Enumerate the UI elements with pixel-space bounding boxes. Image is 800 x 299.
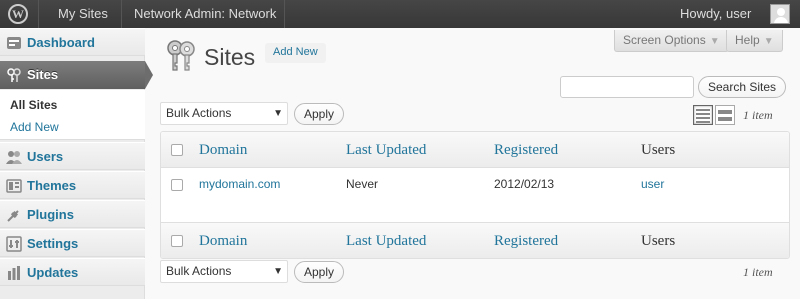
network-admin-link[interactable]: Network Admin: Network [134,0,276,28]
chevron-down-icon: ▼ [273,108,283,119]
sidebar-item-label: Settings [27,236,79,251]
sidebar-item-label: Updates [27,265,79,280]
sidebar-item-label: Themes [27,178,77,193]
sidebar-item-plugins[interactable]: Plugins [0,200,145,228]
excerpt-view-icon[interactable] [715,105,735,125]
divider [38,0,39,28]
column-domain[interactable]: Domain [199,233,247,250]
item-count-bottom: 1 item [743,265,773,279]
themes-icon [6,179,22,193]
screen-options-label: Screen Options [623,33,706,47]
item-count: 1 item [743,108,773,122]
column-registered[interactable]: Registered [494,233,558,250]
bulk-actions-select-bottom[interactable]: Bulk Actions ▼ [160,260,288,283]
sites-icon [7,68,21,82]
sidebar-item-sites[interactable]: Sites [0,61,145,89]
chevron-down-icon: ▼ [709,36,720,47]
registered-value: 2012/02/13 [494,177,555,191]
column-last-updated[interactable]: Last Updated [346,142,426,159]
sites-submenu: All Sites Add New [0,90,145,140]
add-new-button[interactable]: Add New [265,43,326,63]
table-footer: Domain Last Updated Registered Users [161,222,789,258]
settings-icon [6,236,22,252]
column-registered[interactable]: Registered [494,142,558,159]
submenu-item-add-new[interactable]: Add New [10,120,59,134]
user-link[interactable]: user [641,177,664,191]
column-domain[interactable]: Domain [199,142,247,159]
main-content: Screen Options ▼ Help ▼ Sites Add New Sear… [146,28,800,299]
help-button[interactable]: Help ▼ [726,30,783,52]
sidebar-item-label: Users [27,149,64,164]
sidebar-item-dashboard[interactable]: Dashboard [0,28,145,56]
sidebar-item-users[interactable]: Users [0,142,145,170]
list-view-icon[interactable] [693,105,713,125]
column-last-updated[interactable]: Last Updated [346,233,426,250]
sidebar-item-themes[interactable]: Themes [0,171,145,199]
column-users: Users [641,142,676,158]
apply-button-bottom[interactable]: Apply [294,261,345,283]
site-domain-link[interactable]: mydomain.com [199,177,280,191]
updates-icon [8,266,20,280]
sites-table: Domain Last Updated Registered Users myd… [160,131,790,259]
apply-button[interactable]: Apply [294,103,345,125]
help-label: Help [735,33,760,47]
users-icon [6,151,22,164]
search-input[interactable] [560,76,694,98]
row-checkbox[interactable] [171,179,183,191]
sidebar-item-label: Sites [27,67,59,82]
admin-bar: W My Sites Network Admin: Network Howdy,… [0,0,800,28]
dashboard-icon [7,37,21,49]
plugins-icon [7,210,19,222]
search-sites-button[interactable]: Search Sites [698,76,787,98]
last-updated-value: Never [346,177,379,191]
sidebar-item-settings[interactable]: Settings [0,229,145,257]
page-title: Sites [204,44,256,70]
my-sites-link[interactable]: My Sites [58,0,108,28]
select-all-checkbox[interactable] [171,235,183,247]
admin-menu: Dashboard Sites All Sites Add New Users … [0,28,153,299]
sidebar-item-label: Plugins [27,207,74,222]
bulk-actions-value: Bulk Actions [166,264,232,278]
bulk-actions-select[interactable]: Bulk Actions ▼ [160,102,288,125]
bulk-actions-value: Bulk Actions [166,106,232,120]
divider [284,0,285,28]
select-all-checkbox[interactable] [171,144,183,156]
chevron-down-icon: ▼ [273,266,283,277]
submenu-item-all-sites[interactable]: All Sites [10,98,57,112]
sites-keys-icon [167,40,195,71]
divider [121,0,122,28]
sidebar-item-label: Dashboard [27,35,95,50]
howdy-user[interactable]: Howdy, user [680,0,751,28]
avatar[interactable] [770,4,790,24]
table-header: Domain Last Updated Registered Users [161,132,789,168]
chevron-down-icon: ▼ [763,36,774,47]
sidebar-item-updates[interactable]: Updates [0,258,145,286]
screen-options-button[interactable]: Screen Options ▼ [614,30,729,52]
wordpress-logo-icon[interactable]: W [8,4,28,24]
column-users: Users [641,233,676,249]
